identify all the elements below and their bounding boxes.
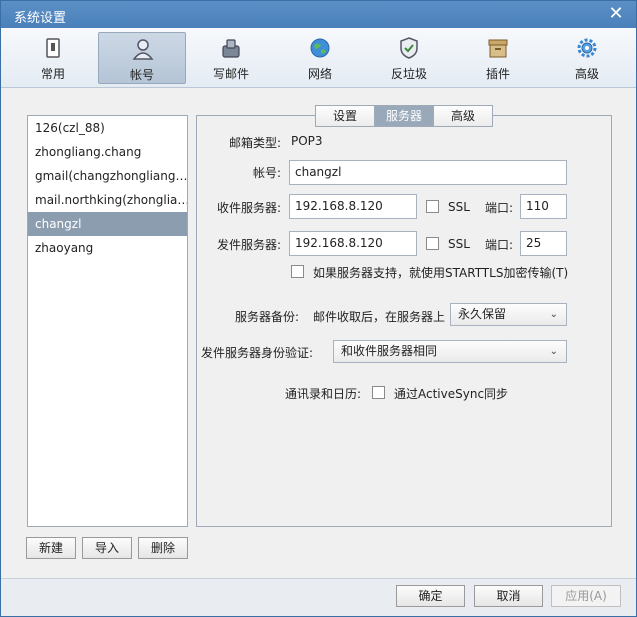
tab-account[interactable]: 帐号 [98, 32, 186, 84]
plugin-icon [488, 39, 508, 58]
account-list: 126(czl_88) zhongliang.chang gmail(chang… [27, 115, 188, 527]
settings-window: 系统设置 ✕ 常用 帐号 写邮件 网络 反垃圾 插件 高级 126(czl_88… [0, 0, 637, 617]
chevron-down-icon: ⌄ [549, 309, 558, 320]
account-label: 帐号: [252, 166, 281, 180]
tab-advanced[interactable]: 高级 [543, 32, 631, 84]
incoming-server-field[interactable]: 192.168.8.120 [289, 194, 417, 219]
window-title: 系统设置 [14, 11, 67, 26]
tab-account-label: 帐号 [129, 68, 154, 82]
account-item[interactable]: zhaoyang [28, 236, 187, 260]
starttls-checkbox[interactable] [291, 265, 304, 278]
cancel-button[interactable]: 取消 [474, 585, 543, 607]
tab-antispam-label: 反垃圾 [390, 67, 427, 81]
tab-compose[interactable]: 写邮件 [187, 32, 275, 84]
dialog-footer: 确定 取消 应用(A) [1, 578, 636, 616]
account-field[interactable]: changzl [289, 160, 567, 185]
tab-plugin[interactable]: 插件 [454, 32, 542, 84]
activesync-label: 通过ActiveSync同步 [394, 387, 509, 401]
compose-icon [222, 39, 240, 58]
tab-advanced-label: 高级 [574, 67, 599, 81]
outgoing-ssl-checkbox[interactable] [426, 237, 439, 250]
server-backup-value: 永久保留 [458, 307, 507, 321]
account-item[interactable]: zhongliang.chang [28, 140, 187, 164]
account-item[interactable]: gmail(changzhongliang… [28, 164, 187, 188]
outgoing-server-label: 发件服务器: [216, 238, 281, 252]
tab-general[interactable]: 常用 [9, 32, 97, 84]
new-account-button[interactable]: 新建 [26, 537, 76, 559]
antispam-icon [400, 37, 418, 59]
outgoing-port-field[interactable]: 25 [520, 231, 567, 256]
account-item[interactable]: mail.northking(zhonglia… [28, 188, 187, 212]
tab-server[interactable]: 服务器 [374, 105, 434, 127]
general-icon [46, 38, 60, 58]
starttls-label: 如果服务器支持，就使用STARTTLS加密传输(T) [313, 266, 569, 280]
outgoing-ssl-label: SSL [448, 237, 470, 251]
server-backup-select[interactable]: 永久保留 ⌄ [450, 303, 567, 326]
tab-antispam[interactable]: 反垃圾 [365, 32, 453, 84]
title-bar: 系统设置 ✕ [1, 1, 636, 28]
smtp-auth-label: 发件服务器身份验证: [200, 346, 313, 360]
account-item-selected[interactable]: changzl [28, 212, 187, 236]
account-item[interactable]: 126(czl_88) [28, 116, 187, 140]
incoming-port-label: 端口: [485, 201, 514, 215]
tab-network[interactable]: 网络 [276, 32, 364, 84]
outgoing-server-field[interactable]: 192.168.8.120 [289, 231, 417, 256]
mailbox-type-value: POP3 [291, 134, 323, 148]
smtp-auth-select[interactable]: 和收件服务器相同 ⌄ [333, 340, 567, 363]
network-icon [310, 38, 330, 58]
tab-plugin-label: 插件 [485, 67, 510, 81]
tab-settings[interactable]: 设置 [315, 105, 375, 127]
panel-tabs: 设置 服务器 高级 [315, 105, 493, 127]
smtp-auth-value: 和收件服务器相同 [341, 344, 438, 358]
tab-panel-advanced[interactable]: 高级 [433, 105, 493, 127]
incoming-ssl-checkbox[interactable] [426, 200, 439, 213]
category-toolbar: 常用 帐号 写邮件 网络 反垃圾 插件 高级 [1, 28, 636, 88]
tab-general-label: 常用 [40, 67, 65, 81]
mailbox-type-label: 邮箱类型: [228, 136, 281, 150]
incoming-server-label: 收件服务器: [216, 201, 281, 215]
activesync-checkbox[interactable] [372, 386, 385, 399]
contacts-calendar-label: 通讯录和日历: [284, 387, 361, 401]
incoming-ssl-label: SSL [448, 200, 470, 214]
server-backup-desc: 邮件收取后，在服务器上 [313, 310, 446, 324]
apply-button[interactable]: 应用(A) [551, 585, 621, 607]
advanced-icon [577, 38, 597, 58]
close-icon[interactable]: ✕ [606, 4, 626, 24]
tab-network-label: 网络 [307, 67, 332, 81]
account-icon [132, 39, 154, 60]
chevron-down-icon: ⌄ [549, 346, 558, 357]
delete-account-button[interactable]: 删除 [138, 537, 188, 559]
outgoing-port-label: 端口: [485, 238, 514, 252]
tab-compose-label: 写邮件 [212, 67, 249, 81]
incoming-port-field[interactable]: 110 [520, 194, 567, 219]
ok-button[interactable]: 确定 [396, 585, 465, 607]
import-account-button[interactable]: 导入 [82, 537, 132, 559]
server-backup-label: 服务器备份: [234, 310, 299, 324]
